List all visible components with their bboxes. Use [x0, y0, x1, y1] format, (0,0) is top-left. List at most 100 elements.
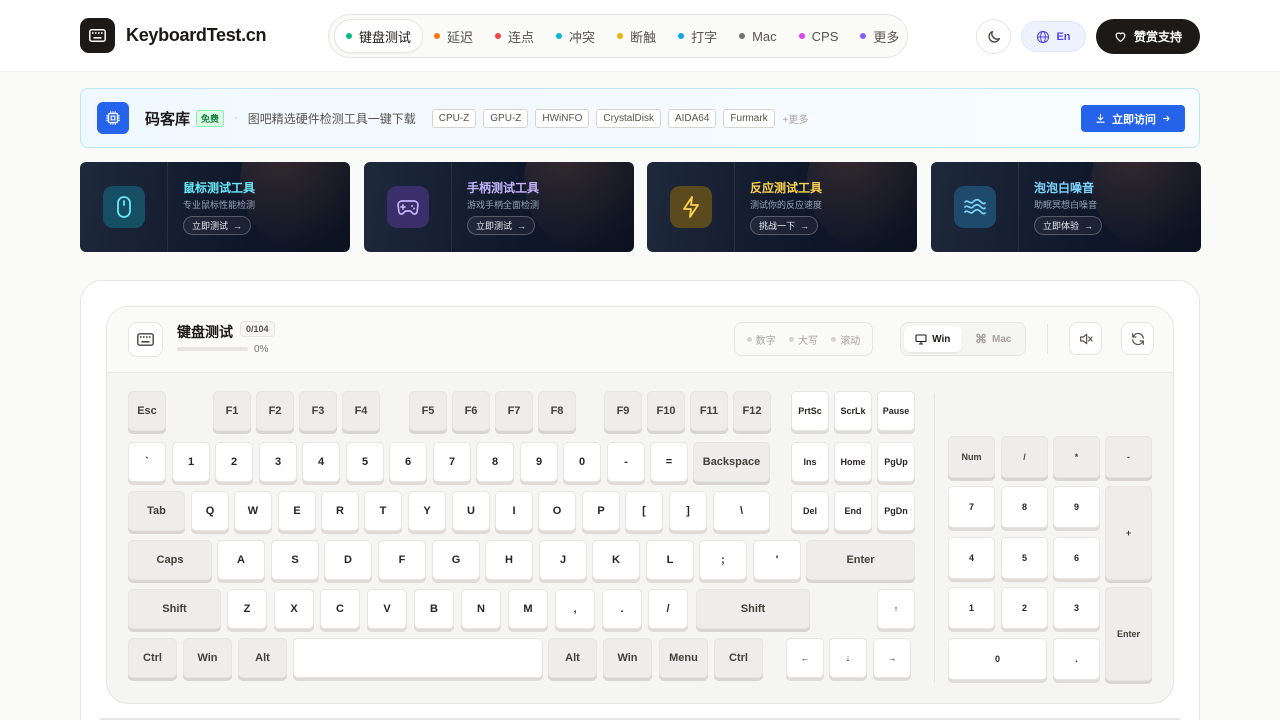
nav-item-latency[interactable]: 延迟 — [423, 19, 484, 53]
key-pgup[interactable]: PgUp — [877, 442, 915, 482]
key-tab[interactable]: Tab — [128, 491, 185, 531]
key-l[interactable]: L — [646, 540, 694, 580]
gamepad-test-card[interactable]: 手柄测试工具 游戏手柄全面检测 立即测试 → — [364, 162, 634, 252]
key-f[interactable]: F — [378, 540, 426, 580]
key-b[interactable]: B — [414, 589, 454, 629]
key-f1[interactable]: F1 — [213, 391, 251, 431]
key-9[interactable]: 9 — [1053, 486, 1100, 528]
language-button[interactable]: En — [1021, 21, 1086, 52]
os-option-mac[interactable]: ⌘ Mac — [965, 326, 1023, 352]
key-pgdn[interactable]: PgDn — [877, 491, 915, 531]
key-1[interactable]: 1 — [948, 587, 995, 629]
key-t[interactable]: T — [364, 491, 402, 531]
key-7[interactable]: 7 — [433, 442, 471, 482]
nav-item-rapid-click[interactable]: 连点 — [484, 19, 545, 53]
key-f11[interactable]: F11 — [690, 391, 728, 431]
key-j[interactable]: J — [539, 540, 587, 580]
key-c[interactable]: C — [320, 589, 360, 629]
key-x[interactable]: X — [274, 589, 314, 629]
key-win[interactable]: Win — [183, 638, 232, 678]
key-symbol-num-12[interactable]: = — [650, 442, 688, 482]
key-alt[interactable]: Alt — [548, 638, 597, 678]
key-enter[interactable]: Enter — [806, 540, 915, 580]
key-n[interactable]: N — [461, 589, 501, 629]
key-symbol-numpad-2[interactable]: * — [1053, 436, 1100, 478]
key-6[interactable]: 6 — [1053, 537, 1100, 579]
mouse-test-card[interactable]: 鼠标测试工具 专业鼠标性能检测 立即测试 → — [80, 162, 350, 252]
white-noise-card[interactable]: 泡泡白噪音 助眠冥想白噪音 立即体验 → — [931, 162, 1201, 252]
key-8[interactable]: 8 — [1001, 486, 1048, 528]
nav-item-more[interactable]: 更多 — [849, 19, 910, 53]
key-4[interactable]: 4 — [302, 442, 340, 482]
key-pause[interactable]: Pause — [877, 391, 915, 431]
card-action-button[interactable]: 挑战一下 → — [750, 216, 819, 235]
key-f12[interactable]: F12 — [733, 391, 771, 431]
key-o[interactable]: O — [538, 491, 576, 531]
key-2[interactable]: 2 — [215, 442, 253, 482]
key-menu[interactable]: Menu — [659, 638, 708, 678]
key-symbol-numpad-16[interactable]: . — [1053, 638, 1100, 680]
key-4[interactable]: 4 — [948, 537, 995, 579]
nav-item-mac[interactable]: Mac — [728, 19, 788, 53]
key-f4[interactable]: F4 — [342, 391, 380, 431]
key-f6[interactable]: F6 — [452, 391, 490, 431]
key-symbol-numpad-7[interactable]: + — [1105, 486, 1152, 580]
site-name[interactable]: KeyboardTest.cn — [126, 25, 267, 46]
key-symbol-shift-9[interactable]: . — [602, 589, 642, 629]
key-symbol-arrows-1[interactable]: ← — [786, 638, 824, 678]
key-backspace[interactable]: Backspace — [693, 442, 770, 482]
key-enter[interactable]: Enter — [1105, 587, 1152, 681]
key-1[interactable]: 1 — [172, 442, 210, 482]
mute-button[interactable] — [1069, 322, 1102, 355]
card-action-button[interactable]: 立即测试 → — [467, 216, 536, 235]
key-f9[interactable]: F9 — [604, 391, 642, 431]
key-3[interactable]: 3 — [259, 442, 297, 482]
nav-item-typing[interactable]: 打字 — [667, 19, 728, 53]
tool-tag[interactable]: GPU-Z — [483, 108, 529, 128]
more-tools-link[interactable]: +更多 — [783, 111, 809, 126]
key-shift[interactable]: Shift — [696, 589, 810, 629]
tool-tag[interactable]: Furmark — [723, 108, 775, 128]
os-option-win[interactable]: Win — [904, 326, 962, 352]
key-z[interactable]: Z — [227, 589, 267, 629]
key-y[interactable]: Y — [408, 491, 446, 531]
key-2[interactable]: 2 — [1001, 587, 1048, 629]
card-action-button[interactable]: 立即体验 → — [1034, 216, 1103, 235]
key-7[interactable]: 7 — [948, 486, 995, 528]
key-9[interactable]: 9 — [520, 442, 558, 482]
key-symbol-tab-11[interactable]: [ — [625, 491, 663, 531]
key-q[interactable]: Q — [191, 491, 229, 531]
key-prtsc[interactable]: PrtSc — [791, 391, 829, 431]
nav-item-chatter[interactable]: 断触 — [606, 19, 667, 53]
key-alt[interactable]: Alt — [238, 638, 287, 678]
key-f10[interactable]: F10 — [647, 391, 685, 431]
tool-tag[interactable]: AIDA64 — [667, 108, 717, 128]
key-scrlk[interactable]: ScrLk — [834, 391, 872, 431]
key-symbol-arrows-3[interactable]: → — [873, 638, 911, 678]
key-h[interactable]: H — [485, 540, 533, 580]
key-0[interactable]: 0 — [948, 638, 1047, 680]
nav-item-ghosting[interactable]: 冲突 — [545, 19, 606, 53]
key-num[interactable]: Num — [948, 436, 995, 478]
nav-item-keyboard-test[interactable]: 键盘测试 — [334, 19, 424, 53]
key-d[interactable]: D — [324, 540, 372, 580]
key-v[interactable]: V — [367, 589, 407, 629]
key-g[interactable]: G — [432, 540, 480, 580]
reaction-test-card[interactable]: 反应测试工具 测试你的反应速度 挑战一下 → — [647, 162, 917, 252]
key-symbol-arrows-2[interactable]: ↓ — [829, 638, 867, 678]
key-ctrl[interactable]: Ctrl — [714, 638, 763, 678]
key-a[interactable]: A — [217, 540, 265, 580]
key-shift[interactable]: Shift — [128, 589, 221, 629]
key-symbol-numpad-1[interactable]: / — [1001, 436, 1048, 478]
card-action-button[interactable]: 立即测试 → — [183, 216, 252, 235]
key-8[interactable]: 8 — [476, 442, 514, 482]
key-f5[interactable]: F5 — [409, 391, 447, 431]
key-symbol-num-0[interactable]: ` — [128, 442, 166, 482]
key-p[interactable]: P — [582, 491, 620, 531]
key-f2[interactable]: F2 — [256, 391, 294, 431]
key-5[interactable]: 5 — [1001, 537, 1048, 579]
key-u[interactable]: U — [452, 491, 490, 531]
nav-item-cps[interactable]: CPS — [788, 19, 850, 53]
key-k[interactable]: K — [592, 540, 640, 580]
key-e[interactable]: E — [278, 491, 316, 531]
